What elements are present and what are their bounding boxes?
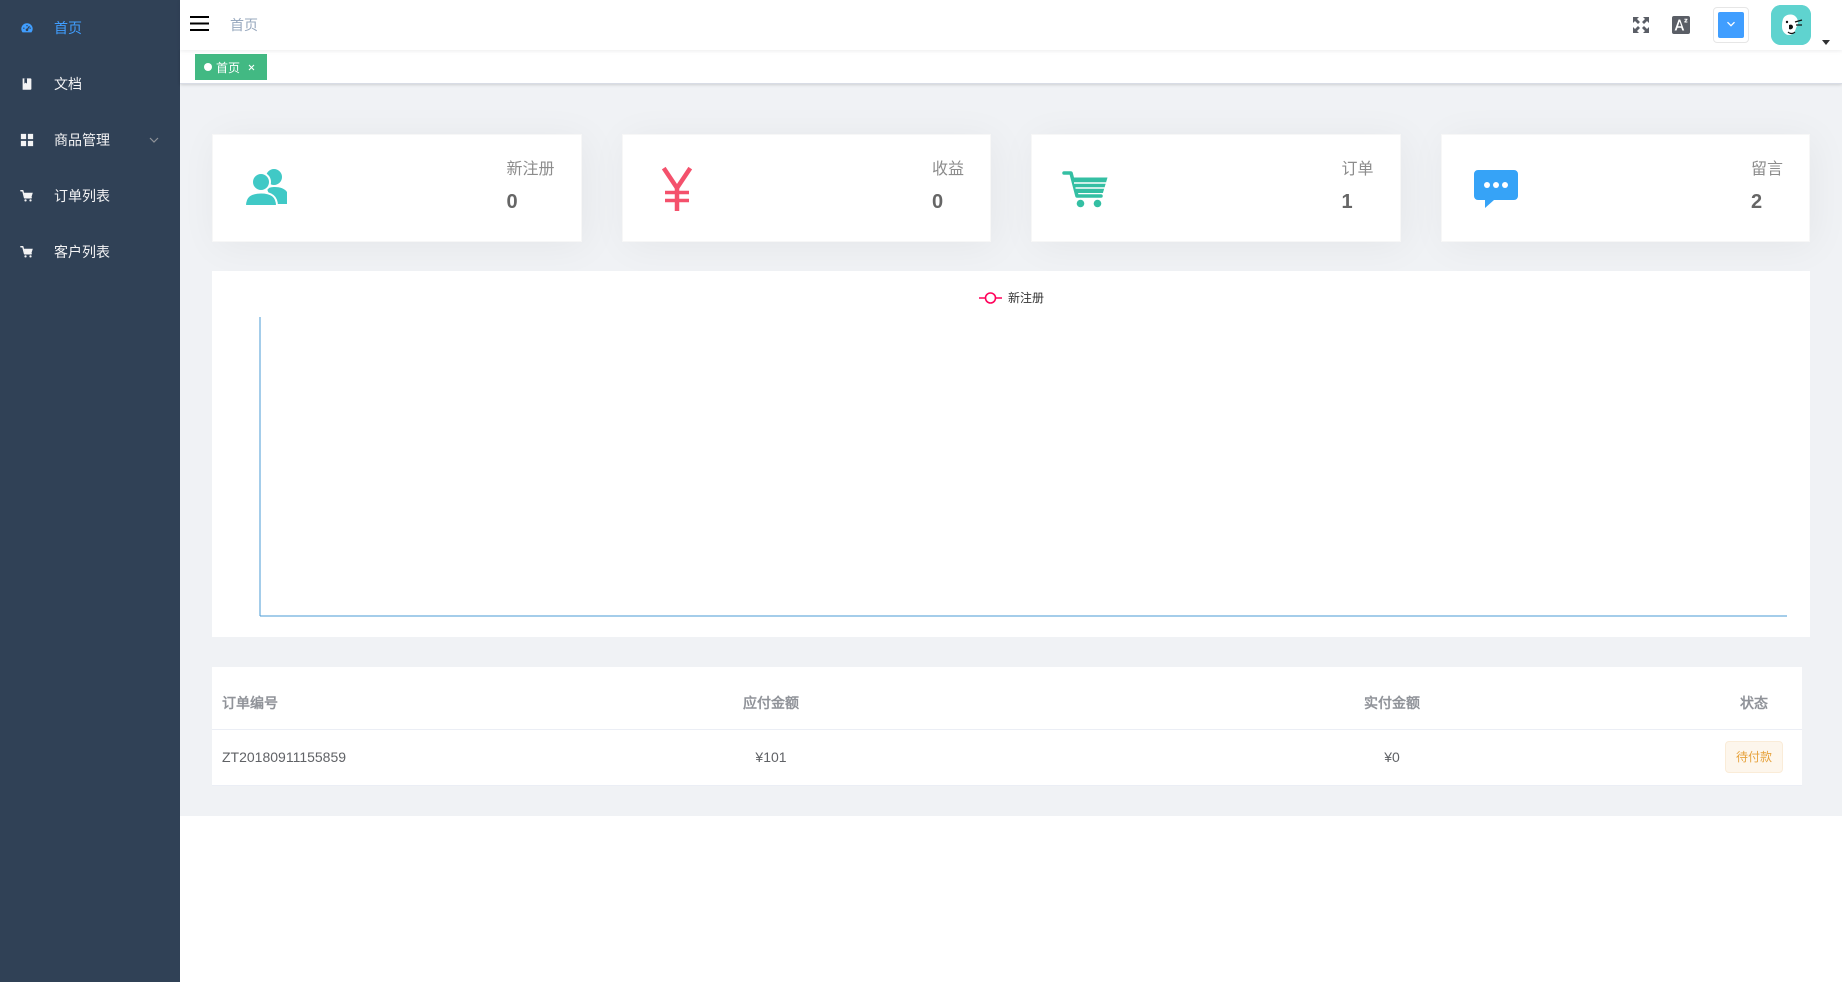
tag-label: 首页 [216,60,241,75]
panel-description: 新注册 0 [506,161,554,213]
panel-label: 留言 [1750,161,1783,178]
size-icon[interactable] [1672,16,1690,34]
column-header-amount-payable: 应付金额 [464,677,1078,730]
amount-paid-cell: ¥0 [1078,729,1706,786]
orders-table: 订单编号 应付金额 实付金额 状态 ZT20180911155859 ¥101 … [212,667,1802,786]
navbar: 首页 [180,0,1842,50]
grid-icon [20,133,34,147]
sidebar-item-label: 商品管理 [54,132,110,148]
chevron-down-icon [148,134,160,146]
column-header-amount-paid: 实付金额 [1078,677,1706,730]
chevron-down-icon [1726,16,1736,34]
panel-label: 收益 [931,161,964,178]
line-chart-container: 新注册 [212,271,1810,637]
avatar[interactable] [1771,5,1811,45]
message-icon [1456,149,1536,229]
sidebar: 首页 文档 商品管理 订单列表 客户列表 [0,0,180,982]
amount-payable-cell: ¥101 [464,729,1078,786]
sidebar-item-label: 文档 [54,76,82,92]
line-chart: 新注册 [259,290,1787,617]
panel-label: 新注册 [506,161,555,178]
sidebar-item-product-management[interactable]: 商品管理 [0,112,180,168]
shopping-cart-icon [1046,149,1126,229]
column-header-order-no: 订单编号 [212,677,464,730]
fullscreen-icon[interactable] [1632,16,1650,34]
caret-down-icon[interactable] [1822,33,1830,45]
panel-value: 1 [1341,191,1353,213]
theme-color-picker[interactable] [1713,7,1749,43]
sidebar-item-order-list[interactable]: 订单列表 [0,168,180,224]
cart-icon [20,189,34,203]
theme-color-swatch [1718,12,1744,38]
legend-symbol-marker [984,292,997,304]
panel-messages[interactable]: 留言 2 [1440,134,1810,242]
status-cell: 待付款 [1706,729,1802,786]
status-badge: 待付款 [1724,741,1783,773]
table-row[interactable]: ZT20180911155859 ¥101 ¥0 待付款 [212,729,1802,786]
tag-active-dot [204,63,212,71]
panel-value: 0 [931,191,944,213]
chart-legend[interactable]: 新注册 [979,290,1044,305]
breadcrumb: 首页 [230,0,258,50]
panel-description: 收益 0 [932,161,964,213]
order-no-cell: ZT20180911155859 [212,729,464,786]
documentation-icon [20,77,34,91]
sidebar-item-label: 订单列表 [54,188,110,204]
panel-value: 0 [506,191,518,213]
people-icon [227,149,307,229]
money-icon [637,149,717,229]
panel-value: 2 [1750,191,1763,213]
panel-description: 留言 2 [1751,161,1783,213]
dashboard-icon [20,21,34,35]
tags-view: 首页 [180,50,1842,84]
cart-icon [20,245,34,259]
tag-home[interactable]: 首页 [195,54,268,80]
panel-orders[interactable]: 订单 1 [1031,134,1401,242]
sidebar-item-documentation[interactable]: 文档 [0,56,180,112]
panel-group: 新注册 0 收益 0 订单 1 留言 2 [212,134,1810,242]
avatar-image [1771,5,1811,45]
sidebar-item-label: 首页 [54,20,82,36]
dashboard-container: 新注册 0 收益 0 订单 1 留言 2 新注册 订单编号 应付金额 实付金额 … [180,84,1842,816]
breadcrumb-item: 首页 [230,17,258,33]
sidebar-item-label: 客户列表 [54,244,110,260]
panel-description: 订单 1 [1341,161,1373,213]
panel-label: 订单 [1341,161,1374,178]
legend-label: 新注册 [1008,290,1044,305]
sidebar-item-home[interactable]: 首页 [0,0,180,56]
panel-revenue[interactable]: 收益 0 [621,134,991,242]
column-header-status: 状态 [1706,677,1802,730]
table-header-row: 订单编号 应付金额 实付金额 状态 [212,677,1802,730]
hamburger-icon[interactable] [190,16,210,32]
sidebar-item-customer-list[interactable]: 客户列表 [0,224,180,280]
panel-new-registrations[interactable]: 新注册 0 [212,134,582,242]
close-icon[interactable] [244,60,258,74]
